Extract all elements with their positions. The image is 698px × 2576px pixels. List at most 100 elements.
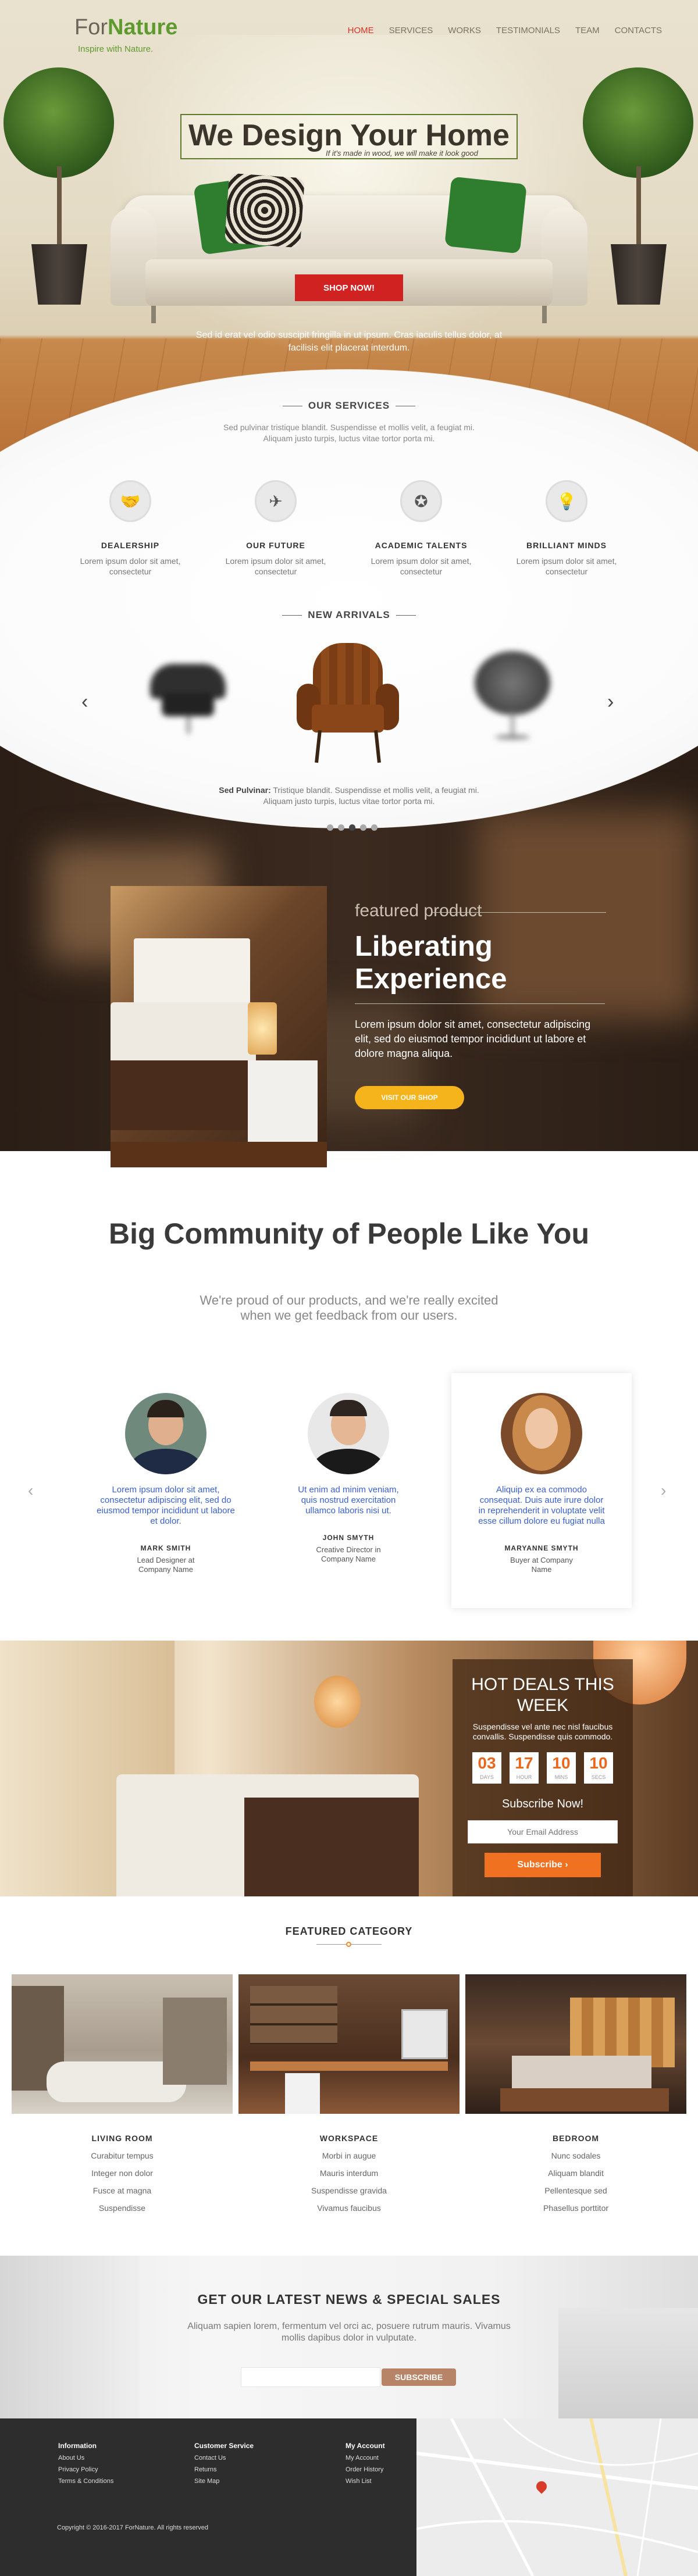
services-text: Sed pulvinar tristique blandit. Suspendi… — [223, 423, 475, 443]
count-unit: MINS — [554, 1774, 568, 1780]
category-dot — [346, 1942, 351, 1947]
count-value: 03 — [478, 1754, 496, 1772]
pagination-dot[interactable] — [338, 824, 344, 831]
testimonial-next-arrow[interactable]: › — [661, 1481, 666, 1500]
arrivals-pagination — [327, 824, 378, 831]
footer-customer-service: Customer Service Contact Us Returns Site… — [194, 2442, 254, 2485]
shop-now-button[interactable]: SHOP NOW! — [295, 274, 403, 301]
category-heading[interactable]: LIVING ROOM — [12, 2134, 233, 2143]
count-unit: SECS — [591, 1774, 606, 1780]
nav-testimonials[interactable]: TESTIMONIALS — [496, 26, 560, 35]
arrivals-prev-arrow[interactable]: ‹ — [81, 691, 88, 713]
arrivals-caption: Sed Pulvinar: Tristique blandit. Suspend… — [204, 785, 494, 807]
featured-text: Lorem ipsum dolor sit amet, consectetur … — [355, 1019, 591, 1059]
category-living-room: LIVING ROOM Curabitur tempus Integer non… — [12, 2134, 233, 2213]
category-link[interactable]: Aliquam blandit — [465, 2168, 686, 2178]
location-map[interactable] — [416, 2418, 698, 2576]
living-room-image[interactable] — [12, 1974, 233, 2114]
newsletter-title: GET OUR LATEST NEWS & SPECIAL SALES — [197, 2292, 501, 2307]
footer-information: Information About Us Privacy Policy Term… — [58, 2442, 113, 2485]
email-field[interactable] — [468, 1820, 618, 1843]
category-link[interactable]: Phasellus porttitor — [465, 2203, 686, 2213]
category-workspace: WORKSPACE Morbi in augue Mauris interdum… — [238, 2134, 460, 2213]
category-link[interactable]: Integer non dolor — [12, 2168, 233, 2178]
footer-link[interactable]: My Account — [346, 2454, 385, 2461]
pagination-dot[interactable] — [327, 824, 333, 831]
footer-link[interactable]: About Us — [58, 2454, 113, 2461]
logo[interactable]: ForNature — [74, 15, 177, 40]
footer-link[interactable]: Returns — [194, 2466, 254, 2473]
category-link[interactable]: Suspendisse gravida — [238, 2186, 460, 2195]
page: ForNature Inspire with Nature. HOME SERV… — [0, 0, 698, 2576]
workspace-image[interactable] — [238, 1974, 460, 2114]
lightbulb-icon: 💡 — [546, 480, 587, 522]
category-link[interactable]: Suspendisse — [12, 2203, 233, 2213]
testimonial-role: Creative Director in Company Name — [316, 1545, 381, 1563]
tagline: Inspire with Nature. — [78, 44, 154, 54]
featured-bedroom-image — [111, 886, 327, 1167]
footer-heading: My Account — [346, 2442, 385, 2450]
category-link[interactable]: Morbi in augue — [238, 2151, 460, 2160]
category-link[interactable]: Pellentesque sed — [465, 2186, 686, 2195]
map-roads — [416, 2418, 698, 2576]
testimonial-quote: Lorem ipsum dolor sit amet, consectetur … — [97, 1485, 235, 1526]
caption-bold: Sed Pulvinar: — [219, 785, 271, 795]
category-link[interactable]: Vivamus faucibus — [238, 2203, 460, 2213]
footer-link[interactable]: Contact Us — [194, 2454, 254, 2461]
category-heading[interactable]: WORKSPACE — [238, 2134, 460, 2143]
subscribe-title: Subscribe Now! — [501, 1798, 584, 1810]
newsletter-subscribe-button[interactable]: SUBSCRIBE — [382, 2368, 456, 2386]
category-link[interactable]: Nunc sodales — [465, 2151, 686, 2160]
service-name: BRILLIANT MINDS — [526, 541, 607, 550]
services-title: OUR SERVICES — [0, 400, 698, 412]
count-value: 10 — [589, 1754, 608, 1772]
featured-rule-bottom — [355, 1003, 605, 1004]
countdown-hours: 17 HOUR — [510, 1752, 539, 1784]
nav-contacts[interactable]: CONTACTS — [615, 26, 662, 35]
copyright: Copyright © 2016-2017 ForNature. All rig… — [57, 2524, 209, 2531]
hero-text: Sed id erat vel odio suscipit fringilla … — [195, 330, 503, 353]
nav-team[interactable]: TEAM — [575, 26, 600, 35]
nav-works[interactable]: WORKS — [448, 26, 481, 35]
count-unit: DAYS — [480, 1774, 494, 1780]
testimonial-card: Ut enim ad minim veniam, quis nostrud ex… — [258, 1373, 439, 1608]
plant-right-image — [583, 67, 693, 306]
service-desc: Lorem ipsum dolor sit amet, consectetur — [225, 556, 326, 576]
testimonial-role: Buyer at Company Name — [510, 1556, 573, 1574]
newsletter-email-input[interactable] — [241, 2367, 380, 2387]
testimonial-role: Lead Designer at Company Name — [137, 1556, 195, 1574]
footer-link[interactable]: Site Map — [194, 2478, 254, 2485]
countdown-seconds: 10 SECS — [584, 1752, 613, 1784]
footer-link[interactable]: Order History — [346, 2466, 385, 2473]
arrivals-next-arrow[interactable]: › — [607, 691, 614, 713]
testimonial-name: MARYANNE SMYTH — [504, 1544, 579, 1552]
nav-services[interactable]: SERVICES — [389, 26, 433, 35]
deals-text: Suspendisse vel ante nec nisl faucibus c… — [472, 1722, 613, 1741]
category-link[interactable]: Mauris interdum — [238, 2168, 460, 2178]
footer-link[interactable]: Wish List — [346, 2478, 385, 2485]
sofa-image — [111, 173, 587, 329]
category-link[interactable]: Fusce at magna — [12, 2186, 233, 2195]
category-link[interactable]: Curabitur tempus — [12, 2151, 233, 2160]
count-value: 10 — [552, 1754, 571, 1772]
pagination-dot[interactable] — [371, 824, 378, 831]
category-heading[interactable]: BEDROOM — [465, 2134, 686, 2143]
count-unit: HOUR — [516, 1774, 532, 1780]
community-subtitle: We're proud of our products, and we're r… — [200, 1293, 498, 1323]
nav-home[interactable]: HOME — [348, 26, 374, 35]
visit-shop-button[interactable]: VISIT OUR SHOP — [355, 1086, 464, 1109]
pagination-dot-active[interactable] — [349, 824, 355, 831]
footer-link[interactable]: Privacy Policy — [58, 2466, 113, 2473]
subscribe-button[interactable]: Subscribe › — [485, 1853, 601, 1877]
arrivals-title: NEW ARRIVALS — [0, 609, 698, 621]
testimonial-quote: Ut enim ad minim veniam, quis nostrud ex… — [298, 1485, 399, 1516]
chair-leather-image — [297, 643, 399, 765]
footer-link[interactable]: Terms & Conditions — [58, 2478, 113, 2485]
testimonial-card-highlighted: Aliquip ex ea commodo consequat. Duis au… — [451, 1373, 632, 1608]
service-our-future: ✈ OUR FUTURE Lorem ipsum dolor sit amet,… — [218, 480, 334, 577]
countdown-minutes: 10 MINS — [547, 1752, 576, 1784]
bedroom-image[interactable] — [465, 1974, 686, 2114]
testimonial-prev-arrow[interactable]: ‹ — [28, 1481, 33, 1500]
pagination-dot[interactable] — [360, 824, 366, 831]
chair-round-image — [469, 651, 556, 744]
